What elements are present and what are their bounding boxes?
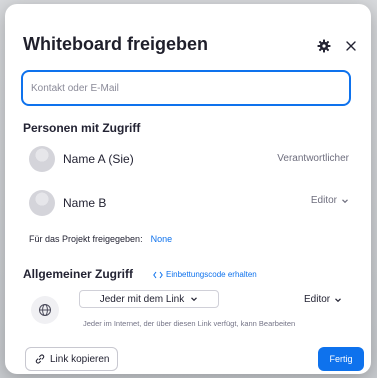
person-row-editor: Name B Editor bbox=[29, 188, 349, 216]
access-role-label: Editor bbox=[304, 294, 331, 305]
access-description: Jeder im Internet, der über diesen Link … bbox=[83, 319, 296, 328]
globe-icon bbox=[39, 304, 51, 316]
contact-search-input[interactable] bbox=[21, 70, 351, 106]
code-icon bbox=[153, 271, 163, 278]
chevron-down-icon bbox=[342, 198, 348, 203]
copy-link-label: Link kopieren bbox=[50, 353, 110, 365]
access-scope-label: Jeder mit dem Link bbox=[99, 293, 185, 305]
avatar bbox=[29, 190, 55, 216]
general-access-box: Jeder mit dem Link Editor Jeder im Inter… bbox=[29, 288, 357, 336]
project-label: Für das Projekt freigegeben: bbox=[29, 234, 143, 244]
embed-code-label: Einbettungscode erhalten bbox=[166, 270, 257, 279]
embed-code-link[interactable]: Einbettungscode erhalten bbox=[153, 270, 257, 279]
person-name: Name A (Sie) bbox=[63, 152, 134, 166]
role-dropdown-label: Editor bbox=[310, 195, 337, 206]
person-row-owner: Name A (Sie) Verantwortlicher bbox=[29, 144, 349, 172]
gear-icon[interactable] bbox=[316, 38, 332, 54]
globe-icon-container bbox=[31, 296, 59, 324]
access-role-dropdown[interactable]: Editor bbox=[304, 294, 342, 305]
people-section-heading: Personen mit Zugriff bbox=[23, 121, 141, 135]
project-value-link[interactable]: None bbox=[151, 234, 173, 244]
copy-link-button[interactable]: Link kopieren bbox=[25, 347, 119, 371]
chevron-down-icon bbox=[191, 297, 198, 302]
person-name: Name B bbox=[63, 196, 107, 210]
person-role-dropdown[interactable]: Editor bbox=[311, 195, 349, 206]
done-button[interactable]: Fertig bbox=[318, 347, 364, 371]
access-scope-dropdown[interactable]: Jeder mit dem Link bbox=[79, 290, 219, 308]
project-shared-line: Für das Projekt freigegeben: None bbox=[29, 234, 172, 244]
person-role-label: Verantwortlicher bbox=[277, 153, 349, 164]
link-icon bbox=[35, 354, 45, 364]
chevron-down-icon bbox=[335, 297, 342, 302]
general-access-heading: Allgemeiner Zugriff bbox=[23, 267, 134, 281]
avatar bbox=[29, 146, 55, 172]
dialog-title: Whiteboard freigeben bbox=[23, 34, 209, 54]
close-icon[interactable] bbox=[343, 38, 359, 54]
share-dialog: Whiteboard freigeben Personen mit Zugrif… bbox=[5, 4, 371, 374]
